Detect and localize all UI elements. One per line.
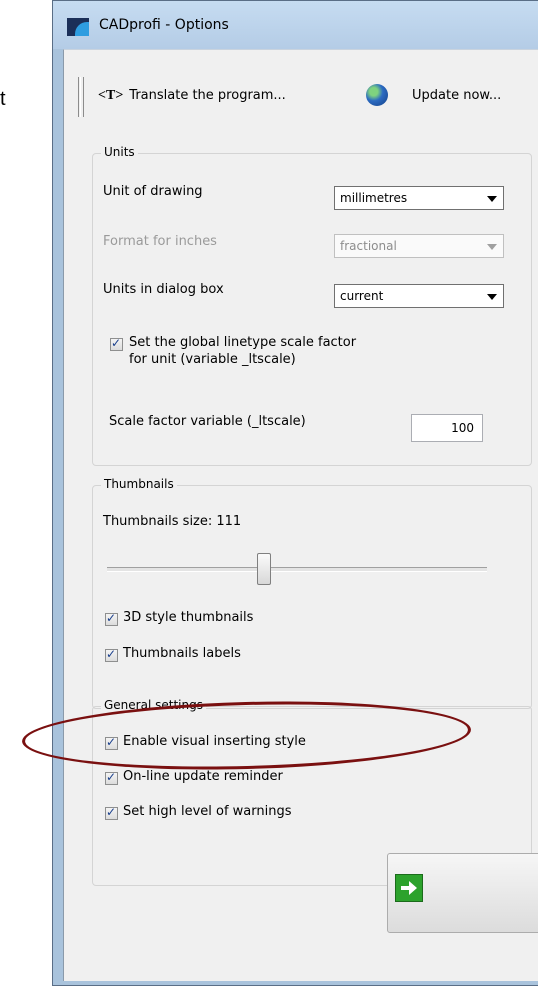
thumbnails-size-slider-track[interactable] — [107, 567, 487, 572]
translate-program-label: Translate the program... — [129, 88, 286, 103]
thumbnails-group-legend: Thumbnails — [101, 477, 177, 491]
chevron-down-icon — [487, 244, 497, 250]
chevron-down-icon — [487, 196, 497, 202]
thumbnails-size-slider-thumb[interactable] — [257, 553, 271, 585]
online-update-checkbox[interactable] — [105, 770, 118, 785]
units-group-legend: Units — [101, 145, 138, 159]
cadprofi-app-icon — [67, 18, 89, 36]
options-toolbar: <T> Translate the program... Update now..… — [64, 50, 538, 140]
global-linetype-label-line1: Set the global linetype scale factor — [129, 335, 357, 350]
high-warnings-checkbox[interactable] — [105, 805, 118, 820]
thumbnails-size-label: Thumbnails size: 111 — [103, 514, 242, 529]
unit-of-drawing-value: millimetres — [340, 191, 408, 205]
thumbnails-labels-label: Thumbnails labels — [123, 646, 241, 661]
dialog-client-area: <T> Translate the program... Update now..… — [63, 49, 538, 981]
format-for-inches-value: fractional — [340, 239, 397, 253]
online-update-label: On-line update reminder — [123, 769, 283, 784]
unit-of-drawing-label: Unit of drawing — [103, 184, 203, 199]
visual-inserting-label: Enable visual inserting style — [123, 734, 306, 749]
globe-icon[interactable] — [366, 84, 388, 106]
units-in-dialog-value: current — [340, 289, 384, 303]
background-text-fragment: t — [0, 88, 6, 110]
units-group: Units Unit of drawing millimetres Format… — [92, 145, 532, 466]
title-bar[interactable]: CADprofi - Options — [53, 1, 538, 49]
chevron-down-icon — [487, 294, 497, 300]
global-linetype-checkbox[interactable] — [110, 336, 123, 351]
3d-thumbnails-label: 3D style thumbnails — [123, 610, 254, 625]
scale-factor-label: Scale factor variable (_ltscale) — [109, 414, 306, 429]
ok-button[interactable] — [387, 853, 538, 933]
format-for-inches-select: fractional — [334, 234, 504, 258]
global-linetype-label-line2: for unit (variable _ltscale) — [129, 352, 296, 367]
translate-icon: <T> — [98, 88, 124, 103]
arrow-right-icon — [395, 874, 423, 902]
units-in-dialog-select[interactable]: current — [334, 284, 504, 308]
scale-factor-input[interactable]: 100 — [411, 414, 483, 442]
thumbnails-labels-checkbox[interactable] — [105, 647, 118, 662]
visual-inserting-checkbox[interactable] — [105, 735, 118, 750]
translate-program-button[interactable]: <T> Translate the program... — [98, 84, 286, 108]
window-title: CADprofi - Options — [99, 17, 229, 33]
unit-of-drawing-select[interactable]: millimetres — [334, 186, 504, 210]
high-warnings-label: Set high level of warnings — [123, 804, 292, 819]
update-now-button[interactable]: Update now... — [412, 84, 501, 108]
options-dialog: CADprofi - Options <T> Translate the prog… — [52, 0, 538, 986]
thumbnails-group: Thumbnails Thumbnails size: 111 3D style… — [92, 477, 532, 709]
3d-thumbnails-checkbox[interactable] — [105, 611, 118, 626]
units-in-dialog-label: Units in dialog box — [103, 282, 224, 297]
toolbar-grip-handle[interactable] — [78, 77, 84, 117]
general-settings-legend: General settings — [101, 698, 206, 712]
format-for-inches-label: Format for inches — [103, 234, 217, 249]
